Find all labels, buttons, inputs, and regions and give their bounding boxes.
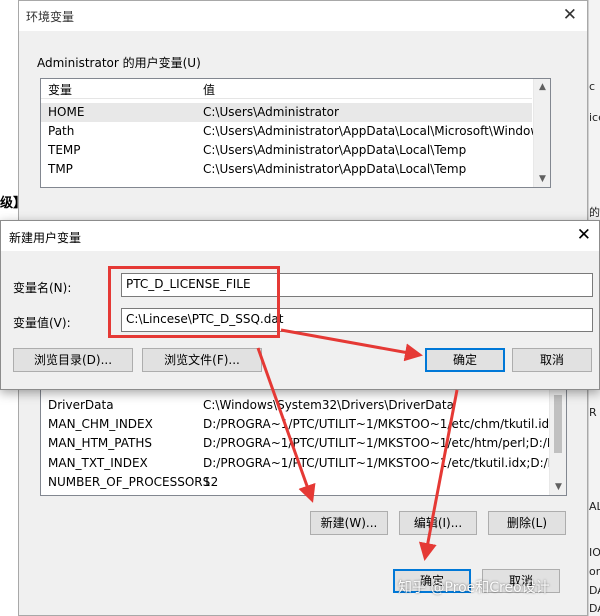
user-variables-list[interactable]: 变量 值 HOME C:\Users\Administrator Path C:…: [40, 78, 551, 188]
variable-value-input[interactable]: C:\Lincese\PTC_D_SSQ.dat: [121, 308, 593, 332]
list-header: 变量 值: [41, 79, 532, 99]
vertical-scrollbar[interactable]: ▲ ▼: [533, 79, 550, 187]
table-row[interactable]: NUMBER_OF_PROCESSORS 12: [41, 473, 548, 492]
close-icon[interactable]: ✕: [577, 225, 591, 245]
variable-name: Path: [48, 124, 75, 138]
background-text-fragment: ice: [589, 111, 600, 124]
variable-name: MAN_HTM_PATHS: [48, 436, 152, 450]
scroll-down-icon[interactable]: ▼: [534, 174, 550, 184]
dialog-title: 新建用户变量: [9, 231, 82, 245]
variable-value: C:\Users\Administrator\AppData\Local\Tem…: [203, 162, 467, 176]
variable-name-label: 变量名(N):: [13, 281, 72, 295]
variable-name: DriverData: [48, 398, 114, 412]
variable-value: C:\Users\Administrator\AppData\Local\Tem…: [203, 143, 467, 157]
watermark-text: 知乎 @Proe和Creo设计: [398, 580, 550, 596]
background-text-fragment: om: [589, 565, 600, 578]
browse-file-button[interactable]: 浏览文件(F)...: [142, 348, 262, 372]
column-header-value[interactable]: 值: [203, 81, 215, 98]
variable-name: TMP: [48, 162, 73, 176]
background-text-fragment: AL: [589, 500, 600, 513]
variable-name-input[interactable]: PTC_D_LICENSE_FILE: [121, 273, 593, 297]
column-header-variable[interactable]: 变量: [48, 81, 72, 98]
variable-value: D:/PROGRA~1/PTC/UTILIT~1/MKSTOO~1/etc/ch…: [203, 417, 567, 431]
background-text-fragment: DATA: [589, 602, 600, 615]
variable-value: D:/PROGRA~1/PTC/UTILIT~1/MKSTOO~1/etc/ht…: [203, 436, 567, 450]
user-variables-label: Administrator 的用户变量(U): [37, 56, 201, 70]
browse-directory-button[interactable]: 浏览目录(D)...: [13, 348, 133, 372]
background-text-fragment: DATA: [589, 584, 600, 597]
variable-name: TEMP: [48, 143, 81, 157]
variable-name: NUMBER_OF_PROCESSORS: [48, 475, 211, 489]
cancel-button[interactable]: 取消: [512, 348, 592, 372]
table-row[interactable]: Path C:\Users\Administrator\AppData\Loca…: [41, 122, 550, 141]
variable-value-label: 变量值(V):: [13, 316, 71, 330]
table-row[interactable]: HOME C:\Users\Administrator: [41, 103, 532, 122]
delete-system-variable-button[interactable]: 删除(L): [488, 511, 566, 535]
ok-button[interactable]: 确定: [425, 348, 505, 372]
dialog-titlebar: 新建用户变量 ✕: [1, 221, 599, 251]
vertical-scrollbar[interactable]: ▼: [549, 387, 566, 495]
close-icon[interactable]: ✕: [563, 5, 577, 25]
table-row[interactable]: TMP C:\Users\Administrator\AppData\Local…: [41, 160, 532, 179]
table-row[interactable]: MAN_TXT_INDEX D:/PROGRA~1/PTC/UTILIT~1/M…: [41, 454, 566, 473]
edit-system-variable-button[interactable]: 编辑(I)...: [399, 511, 477, 535]
variable-name: MAN_CHM_INDEX: [48, 417, 153, 431]
table-row[interactable]: MAN_CHM_INDEX D:/PROGRA~1/PTC/UTILIT~1/M…: [41, 415, 566, 434]
dialog-titlebar: 环境变量 ✕: [19, 1, 587, 31]
table-row[interactable]: TEMP C:\Users\Administrator\AppData\Loca…: [41, 141, 532, 160]
new-user-variable-dialog: 新建用户变量 ✕ 变量名(N): PTC_D_LICENSE_FILE 变量值(…: [0, 220, 600, 390]
table-row[interactable]: DriverData C:\Windows\System32\Drivers\D…: [41, 396, 548, 415]
system-variables-list[interactable]: DriverData C:\Windows\System32\Drivers\D…: [40, 386, 567, 496]
scroll-down-icon[interactable]: ▼: [550, 482, 566, 492]
variable-name: HOME: [48, 105, 85, 119]
variable-name: MAN_TXT_INDEX: [48, 456, 148, 470]
background-text-fragment: 的用: [589, 206, 600, 219]
scroll-thumb[interactable]: [554, 395, 562, 453]
variable-value: C:\Windows\System32\Drivers\DriverData: [203, 398, 454, 412]
dialog-title: 环境变量: [26, 10, 75, 24]
new-system-variable-button[interactable]: 新建(W)...: [310, 511, 388, 535]
table-row[interactable]: MAN_HTM_PATHS D:/PROGRA~1/PTC/UTILIT~1/M…: [41, 434, 566, 453]
variable-value: 12: [203, 475, 219, 489]
variable-value: D:/PROGRA~1/PTC/UTILIT~1/MKSTOO~1/etc/tk…: [203, 456, 567, 470]
background-text-fragment: IO: [589, 546, 600, 559]
background-text-fragment: c: [589, 80, 596, 93]
variable-value: C:\Users\Administrator: [203, 105, 339, 119]
scroll-up-icon[interactable]: ▲: [534, 82, 550, 92]
background-text-fragment: R: [589, 406, 597, 419]
variable-value: C:\Users\Administrator\AppData\Local\Mic…: [203, 124, 551, 138]
